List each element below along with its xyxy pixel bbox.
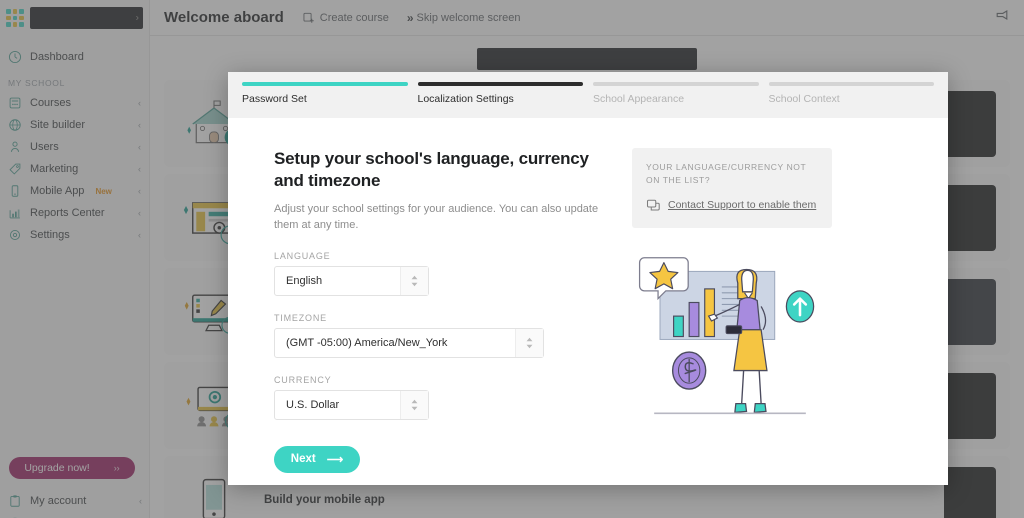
- woman-presenting-chart-illustration: [638, 256, 815, 414]
- chat-bubble-icon: [646, 199, 660, 211]
- support-column: YOUR LANGUAGE/CURRENCY NOT ON THE LIST? …: [632, 148, 832, 473]
- modal-subtitle: Adjust your school settings for your aud…: [274, 202, 599, 232]
- language-field: LANGUAGE English: [274, 251, 604, 296]
- currency-select[interactable]: U.S. Dollar: [274, 389, 429, 420]
- onboarding-modal: Password Set Localization Settings Schoo…: [228, 72, 948, 485]
- step-school-context[interactable]: School Context: [768, 82, 934, 118]
- support-callout: YOUR LANGUAGE/CURRENCY NOT ON THE LIST? …: [632, 148, 832, 228]
- settings-form-column: Setup your school's language, currency a…: [274, 148, 604, 473]
- stepper-arrows-icon[interactable]: [515, 328, 543, 357]
- step-label: Password Set: [242, 93, 307, 105]
- modal-title: Setup your school's language, currency a…: [274, 149, 589, 190]
- arrow-right-icon: ⟶: [326, 454, 344, 466]
- contact-support-link[interactable]: Contact Support to enable them: [668, 199, 816, 211]
- currency-label: CURRENCY: [274, 374, 332, 385]
- step-label: Localization Settings: [417, 93, 514, 105]
- language-select[interactable]: English: [274, 265, 429, 296]
- step-progress-bar: [768, 82, 934, 86]
- next-button-label: Next: [290, 453, 316, 465]
- timezone-select[interactable]: (GMT -05:00) America/New_York: [274, 327, 544, 358]
- timezone-field: TIMEZONE (GMT -05:00) America/New_York: [274, 313, 604, 358]
- stepper-arrows-icon[interactable]: [400, 390, 428, 419]
- timezone-value: (GMT -05:00) America/New_York: [286, 336, 448, 349]
- callout-link-row[interactable]: Contact Support to enable them: [646, 198, 818, 213]
- step-school-appearance[interactable]: School Appearance: [593, 82, 759, 118]
- step-label: School Appearance: [593, 93, 685, 105]
- step-progress-bar: [417, 82, 583, 86]
- step-progress-bar: [593, 82, 759, 86]
- timezone-label: TIMEZONE: [274, 312, 327, 323]
- language-label: LANGUAGE: [274, 250, 331, 261]
- step-label: School Context: [768, 93, 840, 105]
- language-value: English: [286, 274, 323, 287]
- step-progress-bar: [242, 82, 408, 86]
- stepper: Password Set Localization Settings Schoo…: [228, 72, 948, 118]
- stepper-arrows-icon[interactable]: [400, 266, 428, 295]
- step-password-set[interactable]: Password Set: [242, 82, 408, 118]
- currency-value: U.S. Dollar: [286, 398, 340, 411]
- step-localization-settings[interactable]: Localization Settings: [417, 82, 583, 118]
- modal-body: Setup your school's language, currency a…: [228, 118, 948, 473]
- app-root: › Dashboard MY SCHOOL Courses ‹: [0, 0, 1024, 518]
- next-button[interactable]: Next ⟶: [274, 445, 360, 473]
- callout-heading: YOUR LANGUAGE/CURRENCY NOT ON THE LIST?: [646, 162, 807, 185]
- currency-field: CURRENCY U.S. Dollar: [274, 375, 604, 420]
